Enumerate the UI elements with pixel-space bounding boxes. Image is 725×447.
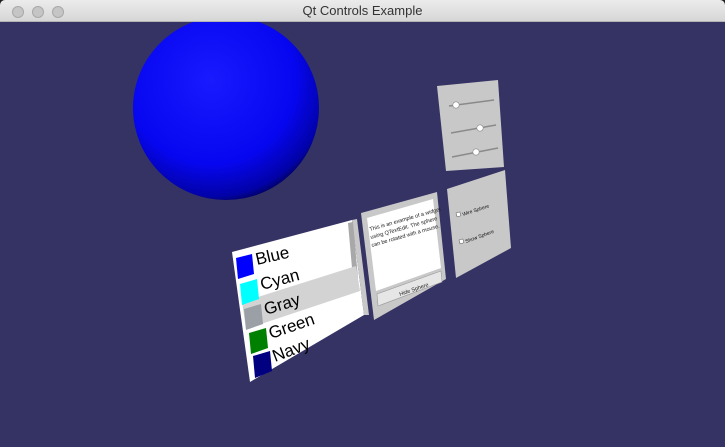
window-title: Qt Controls Example: [302, 3, 423, 18]
checkbox-box[interactable]: [455, 211, 462, 218]
text-edit-panel[interactable]: This is an example of a widget using QTe…: [361, 192, 446, 320]
slider-handle[interactable]: [452, 101, 460, 109]
gl-scene[interactable]: Blue Cyan Gray Green Navy This is an exa…: [0, 22, 725, 447]
checkbox-box[interactable]: [458, 238, 465, 245]
slider-handle[interactable]: [476, 124, 484, 132]
scene-canvas[interactable]: Blue Cyan Gray Green Navy This is an exa…: [0, 22, 725, 447]
checkbox-panel[interactable]: Wire Sphere Show Sphere: [447, 170, 511, 278]
sliders-panel[interactable]: [437, 80, 504, 171]
title-bar[interactable]: Qt Controls Example: [0, 0, 725, 22]
color-list-panel[interactable]: Blue Cyan Gray Green Navy: [232, 219, 369, 382]
slider-handle[interactable]: [472, 148, 480, 156]
sphere[interactable]: [133, 22, 319, 200]
app-window: Qt Controls Example Blue Cyan Gray Green…: [0, 0, 725, 447]
